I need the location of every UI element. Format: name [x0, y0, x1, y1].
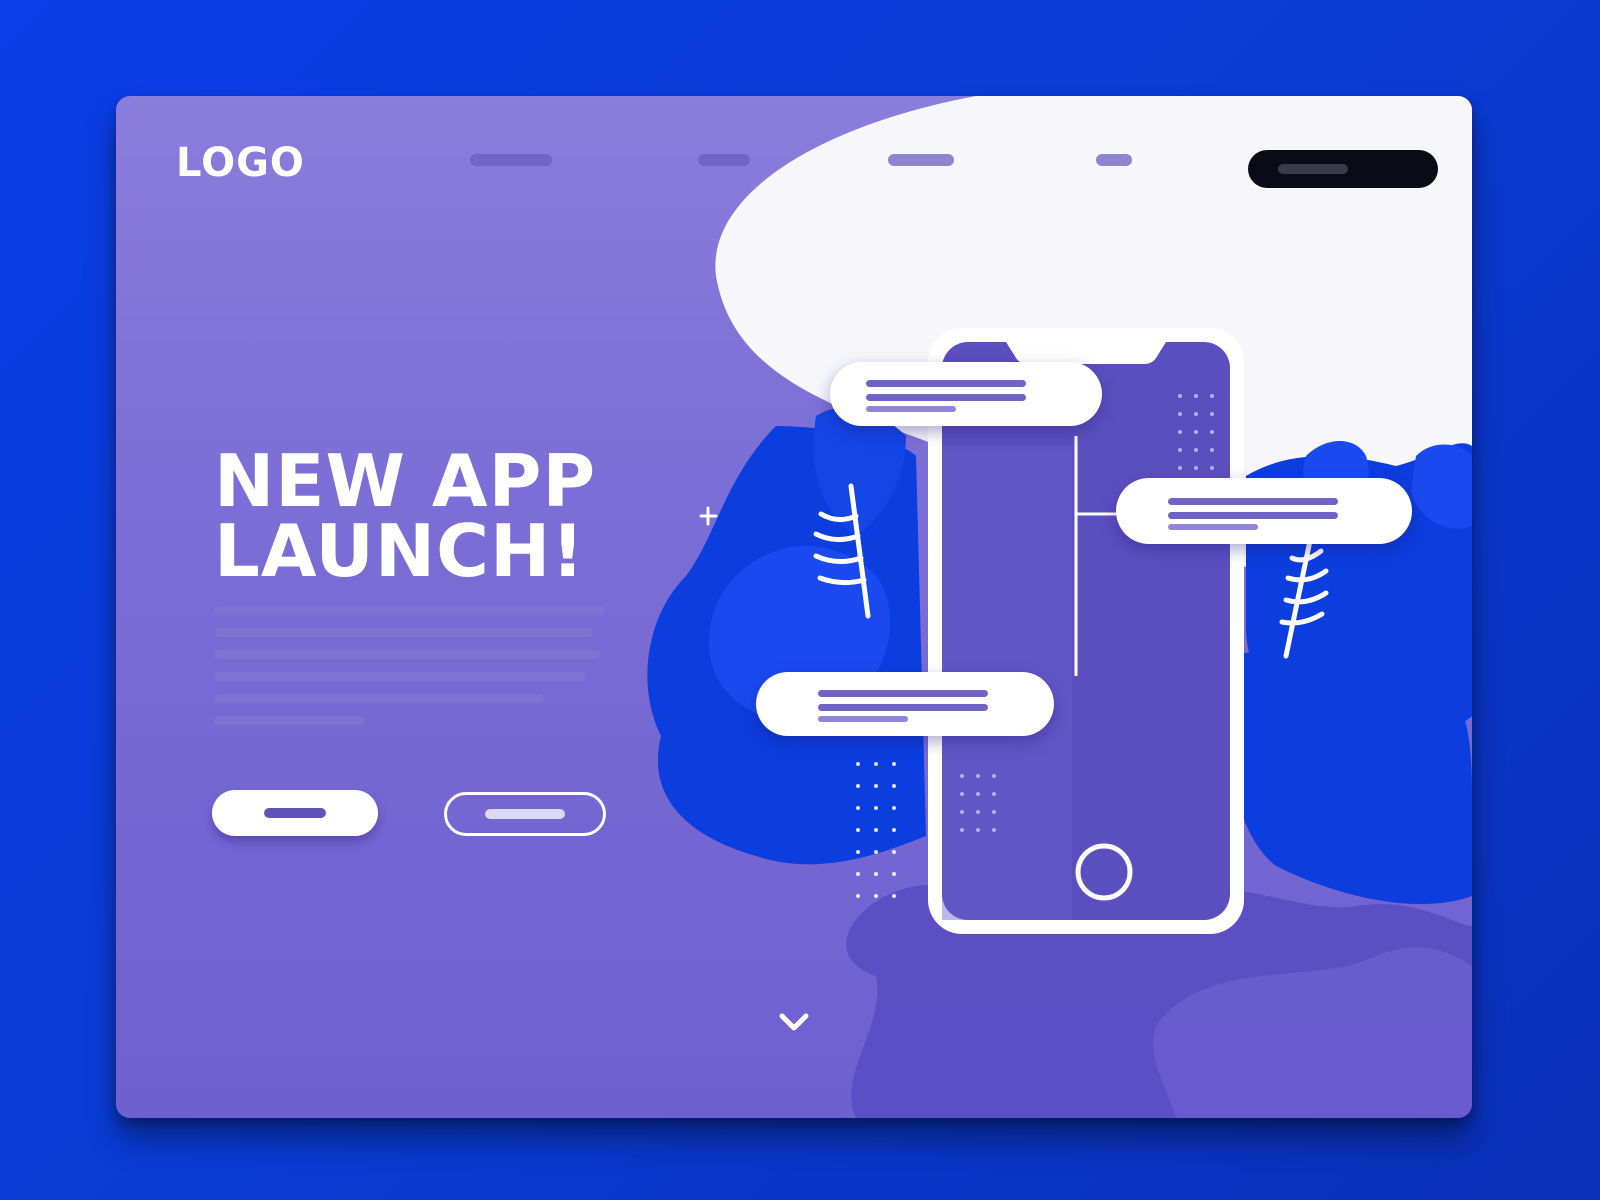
- logo[interactable]: LOGO: [176, 140, 305, 186]
- signin-button[interactable]: [1248, 150, 1438, 188]
- nav-item-4[interactable]: [1096, 154, 1132, 166]
- description-line: [214, 716, 364, 725]
- description-line: [214, 628, 594, 637]
- hero-title-line-2: LAUNCH!: [214, 509, 586, 593]
- chevron-down-icon[interactable]: [776, 1008, 812, 1038]
- secondary-cta-label: [485, 809, 565, 819]
- secondary-cta-button[interactable]: [444, 792, 606, 836]
- signin-label: [1278, 164, 1348, 174]
- hero-description: [214, 606, 604, 738]
- description-line: [214, 606, 604, 615]
- landing-page-card: LOGO NEW APP LAUNCH!: [116, 96, 1472, 1118]
- nav-item-1[interactable]: [470, 154, 552, 166]
- description-line: [214, 672, 586, 681]
- nav-item-2[interactable]: [698, 154, 750, 166]
- description-line: [214, 694, 544, 703]
- primary-cta-button[interactable]: [212, 790, 378, 836]
- description-line: [214, 650, 600, 659]
- primary-cta-label: [264, 808, 326, 818]
- nav-item-3[interactable]: [888, 154, 954, 166]
- hero-title-line-1: NEW APP: [214, 439, 597, 523]
- hero-title: NEW APP LAUNCH!: [214, 439, 597, 593]
